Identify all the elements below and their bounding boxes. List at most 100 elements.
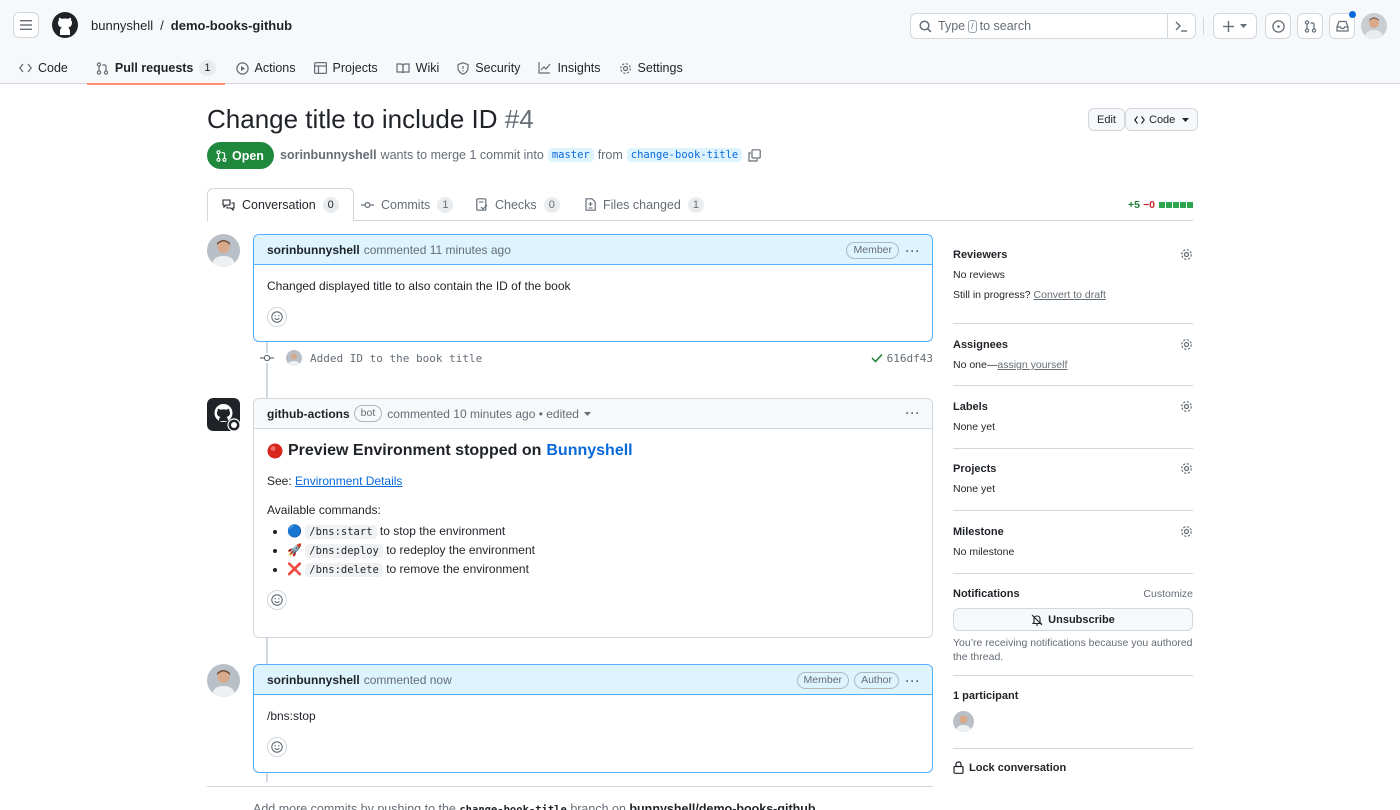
- assignees-title[interactable]: Assignees: [953, 339, 1008, 351]
- notification-dot: [1349, 11, 1356, 18]
- copy-icon[interactable]: [748, 148, 762, 162]
- push-hint: Add more commits by pushing to the chang…: [253, 802, 816, 810]
- kebab-menu-icon[interactable]: ···: [904, 244, 922, 258]
- diffstat-blocks: [1158, 199, 1193, 211]
- bot-avatar[interactable]: [207, 398, 240, 431]
- assignees-value: No one—: [953, 359, 998, 371]
- tab-checks-label: Checks: [495, 197, 537, 212]
- milestone-title[interactable]: Milestone: [953, 526, 1004, 538]
- pull-requests-button[interactable]: [1297, 13, 1323, 39]
- command-description: to stop the environment: [379, 524, 506, 538]
- checklist-icon: [476, 198, 488, 211]
- comment-timestamp[interactable]: commented now: [364, 673, 452, 687]
- kebab-menu-icon[interactable]: ···: [904, 406, 922, 420]
- search-placeholder-prefix: Type: [938, 19, 966, 33]
- lock-conversation-button[interactable]: Lock conversation: [953, 761, 1193, 774]
- edit-title-button[interactable]: Edit: [1088, 108, 1125, 131]
- nav-actions[interactable]: Actions: [227, 52, 305, 84]
- tab-checks[interactable]: Checks 0: [462, 188, 574, 221]
- participants-title: 1 participant: [953, 690, 1019, 702]
- sidebar-assignees: Assignees No one—assign yourself: [953, 338, 1193, 371]
- avatar-image: [207, 234, 240, 267]
- comment-author[interactable]: github-actions: [267, 407, 350, 421]
- head-branch[interactable]: change-book-title: [626, 148, 743, 162]
- breadcrumb: bunnyshell / demo-books-github: [91, 18, 292, 33]
- commands-list: 🔵 /bns:start to stop the environment 🚀 /…: [287, 524, 919, 577]
- commit-message[interactable]: Added ID to the book title: [310, 352, 482, 365]
- tab-files-changed[interactable]: Files changed 1: [571, 188, 718, 221]
- assign-yourself-link[interactable]: assign yourself: [997, 359, 1067, 371]
- tab-conversation[interactable]: Conversation 0: [207, 188, 354, 222]
- nav-settings[interactable]: Settings: [610, 52, 692, 84]
- tab-files-changed-count: 1: [687, 196, 704, 213]
- breadcrumb-separator: /: [160, 18, 164, 33]
- sidebar-notifications: Notifications Customize Unsubscribe You’…: [953, 588, 1193, 664]
- list-item: 🔵 /bns:start to stop the environment: [287, 524, 919, 539]
- nav-wiki[interactable]: Wiki: [387, 52, 449, 84]
- nav-security-label: Security: [475, 61, 521, 75]
- repo-link[interactable]: demo-books-github: [171, 18, 292, 33]
- user-avatar[interactable]: [1361, 13, 1387, 39]
- page-title: Change title to include ID #4: [207, 104, 534, 135]
- reviewers-title[interactable]: Reviewers: [953, 249, 1007, 261]
- list-item: ❌ /bns:delete to remove the environment: [287, 562, 919, 577]
- comment-timestamp[interactable]: commented 11 minutes ago: [364, 243, 511, 257]
- comment-author[interactable]: sorinbunnyshell: [267, 673, 360, 687]
- avatar[interactable]: [286, 350, 302, 366]
- code-dropdown-button[interactable]: Code: [1125, 108, 1199, 131]
- nav-pull-requests[interactable]: Pull requests 1: [86, 52, 225, 85]
- comment-timestamp[interactable]: commented 10 minutes ago • edited: [387, 407, 579, 421]
- nav-projects[interactable]: Projects: [305, 52, 387, 84]
- chevron-down-icon: [1240, 24, 1247, 28]
- sidebar-milestone: Milestone No milestone: [953, 525, 1193, 558]
- projects-title[interactable]: Projects: [953, 463, 996, 475]
- tab-conversation-label: Conversation: [242, 198, 316, 212]
- divider: [953, 510, 1193, 511]
- owner-link[interactable]: bunnyshell: [91, 18, 153, 33]
- command-palette-button[interactable]: [1167, 14, 1195, 38]
- menu-button[interactable]: [13, 12, 39, 38]
- table-icon: [313, 62, 327, 74]
- comment-body: /bns:stop: [267, 709, 316, 723]
- search-shortcut-key: /: [968, 19, 977, 33]
- base-branch[interactable]: master: [547, 148, 594, 162]
- gear-icon[interactable]: [1180, 462, 1193, 475]
- nav-code[interactable]: Code: [10, 52, 77, 84]
- nav-security[interactable]: Security: [448, 52, 529, 84]
- comment-body: Changed displayed title to also contain …: [267, 279, 571, 293]
- notifications-reason: You’re receiving notifications because y…: [953, 637, 1193, 663]
- bunnyshell-link[interactable]: Bunnyshell: [546, 442, 632, 460]
- commit-sha[interactable]: 616df43: [871, 352, 933, 365]
- environment-details-link[interactable]: Environment Details: [295, 474, 402, 488]
- avatar[interactable]: [953, 711, 974, 732]
- tab-commits[interactable]: Commits 1: [347, 188, 467, 221]
- avatar[interactable]: [207, 664, 240, 697]
- gear-icon[interactable]: [1180, 525, 1193, 538]
- add-reaction-button[interactable]: [267, 590, 287, 610]
- add-reaction-button[interactable]: [267, 737, 287, 757]
- chevron-down-icon[interactable]: [583, 411, 591, 416]
- create-new-button[interactable]: [1213, 13, 1257, 39]
- gear-icon[interactable]: [1180, 248, 1193, 261]
- git-commit-icon: [361, 201, 374, 208]
- gear-icon[interactable]: [1180, 400, 1193, 413]
- comment-author[interactable]: sorinbunnyshell: [267, 243, 360, 257]
- convert-to-draft-link[interactable]: Convert to draft: [1034, 289, 1106, 301]
- kebab-menu-icon[interactable]: ···: [904, 674, 922, 688]
- labels-title[interactable]: Labels: [953, 401, 988, 413]
- github-actions-icon: [207, 398, 240, 431]
- avatar[interactable]: [207, 234, 240, 267]
- comment-header: sorinbunnyshell commented now Member Aut…: [254, 665, 932, 695]
- gear-icon[interactable]: [1180, 338, 1193, 351]
- push-hint-repo[interactable]: bunnyshell/demo-books-github: [629, 802, 815, 810]
- search-input[interactable]: Type / to search: [910, 13, 1196, 39]
- github-logo-icon[interactable]: [52, 12, 78, 38]
- header-divider: [1203, 17, 1204, 35]
- customize-link[interactable]: Customize: [1143, 588, 1193, 600]
- unsubscribe-button[interactable]: Unsubscribe: [953, 608, 1193, 631]
- issues-button[interactable]: [1265, 13, 1291, 39]
- commit-sha-text: 616df43: [886, 351, 933, 365]
- add-reaction-button[interactable]: [267, 307, 287, 327]
- nav-insights[interactable]: Insights: [529, 52, 609, 84]
- pr-author-link[interactable]: sorinbunnyshell: [280, 148, 377, 162]
